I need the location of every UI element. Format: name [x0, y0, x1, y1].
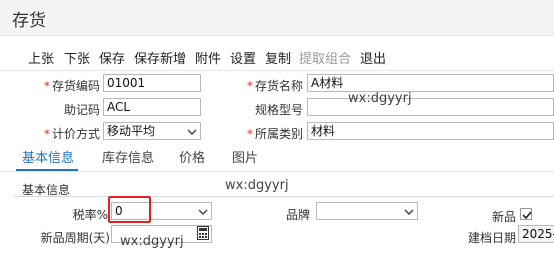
new-product-checkbox[interactable] [520, 208, 532, 220]
toolbar-divider [0, 70, 554, 71]
window-title: 存货 [12, 11, 46, 31]
created-date-input[interactable]: 2025-0 [518, 225, 554, 243]
next-button[interactable]: 下张 [64, 48, 90, 67]
category-input[interactable]: 材料 [307, 122, 554, 140]
pricing-method-label: * 计价方式 [43, 127, 100, 141]
exit-button[interactable]: 退出 [360, 48, 386, 67]
mnemonic-input[interactable]: ACL [103, 98, 201, 116]
chevron-down-icon[interactable] [404, 207, 414, 217]
brand-select[interactable] [316, 202, 418, 220]
tax-rate-label: 税率% [72, 208, 108, 222]
save-button[interactable]: 保存 [99, 48, 125, 67]
category-label: * 所属类别 [246, 127, 303, 141]
inventory-code-label: * 存货编码 [43, 79, 100, 93]
section-divider [14, 196, 554, 197]
tab-basic-info[interactable]: 基本信息 [22, 147, 74, 166]
tax-rate-highlight [108, 196, 151, 223]
attachment-button[interactable]: 附件 [195, 48, 221, 67]
watermark: wx:dgyyrj [225, 178, 289, 193]
settings-button[interactable]: 设置 [230, 48, 256, 67]
new-product-label: 新品 [491, 210, 516, 224]
inventory-code-input[interactable]: 01001 [103, 74, 201, 92]
copy-button[interactable]: 复制 [265, 48, 291, 67]
save-and-new-button[interactable]: 保存新增 [134, 48, 186, 67]
calculator-icon[interactable] [197, 226, 209, 243]
created-date-label: 建档日期 [467, 231, 516, 245]
spec-model-label: 规格型号 [254, 103, 303, 117]
tab-images[interactable]: 图片 [232, 147, 258, 166]
prev-button[interactable]: 上张 [28, 48, 54, 67]
tab-price[interactable]: 价格 [179, 147, 205, 166]
tab-stock-info[interactable]: 库存信息 [102, 147, 154, 166]
chevron-down-icon[interactable] [198, 207, 208, 217]
spec-model-input[interactable] [307, 98, 554, 116]
mnemonic-label: 助记码 [63, 103, 100, 117]
new-period-label: 新品周期(天) [40, 231, 110, 245]
inventory-name-input[interactable]: A材料 [307, 74, 554, 92]
tabs-divider [0, 171, 554, 172]
title-bar: 存货 [0, 0, 554, 36]
brand-label: 品牌 [285, 208, 310, 222]
chevron-down-icon[interactable] [187, 127, 197, 137]
extract-combo-button[interactable]: 提取组合 [299, 48, 351, 67]
inventory-name-label: * 存货名称 [246, 79, 303, 93]
tab-bar: 基本信息 库存信息 价格 图片 [0, 144, 554, 174]
